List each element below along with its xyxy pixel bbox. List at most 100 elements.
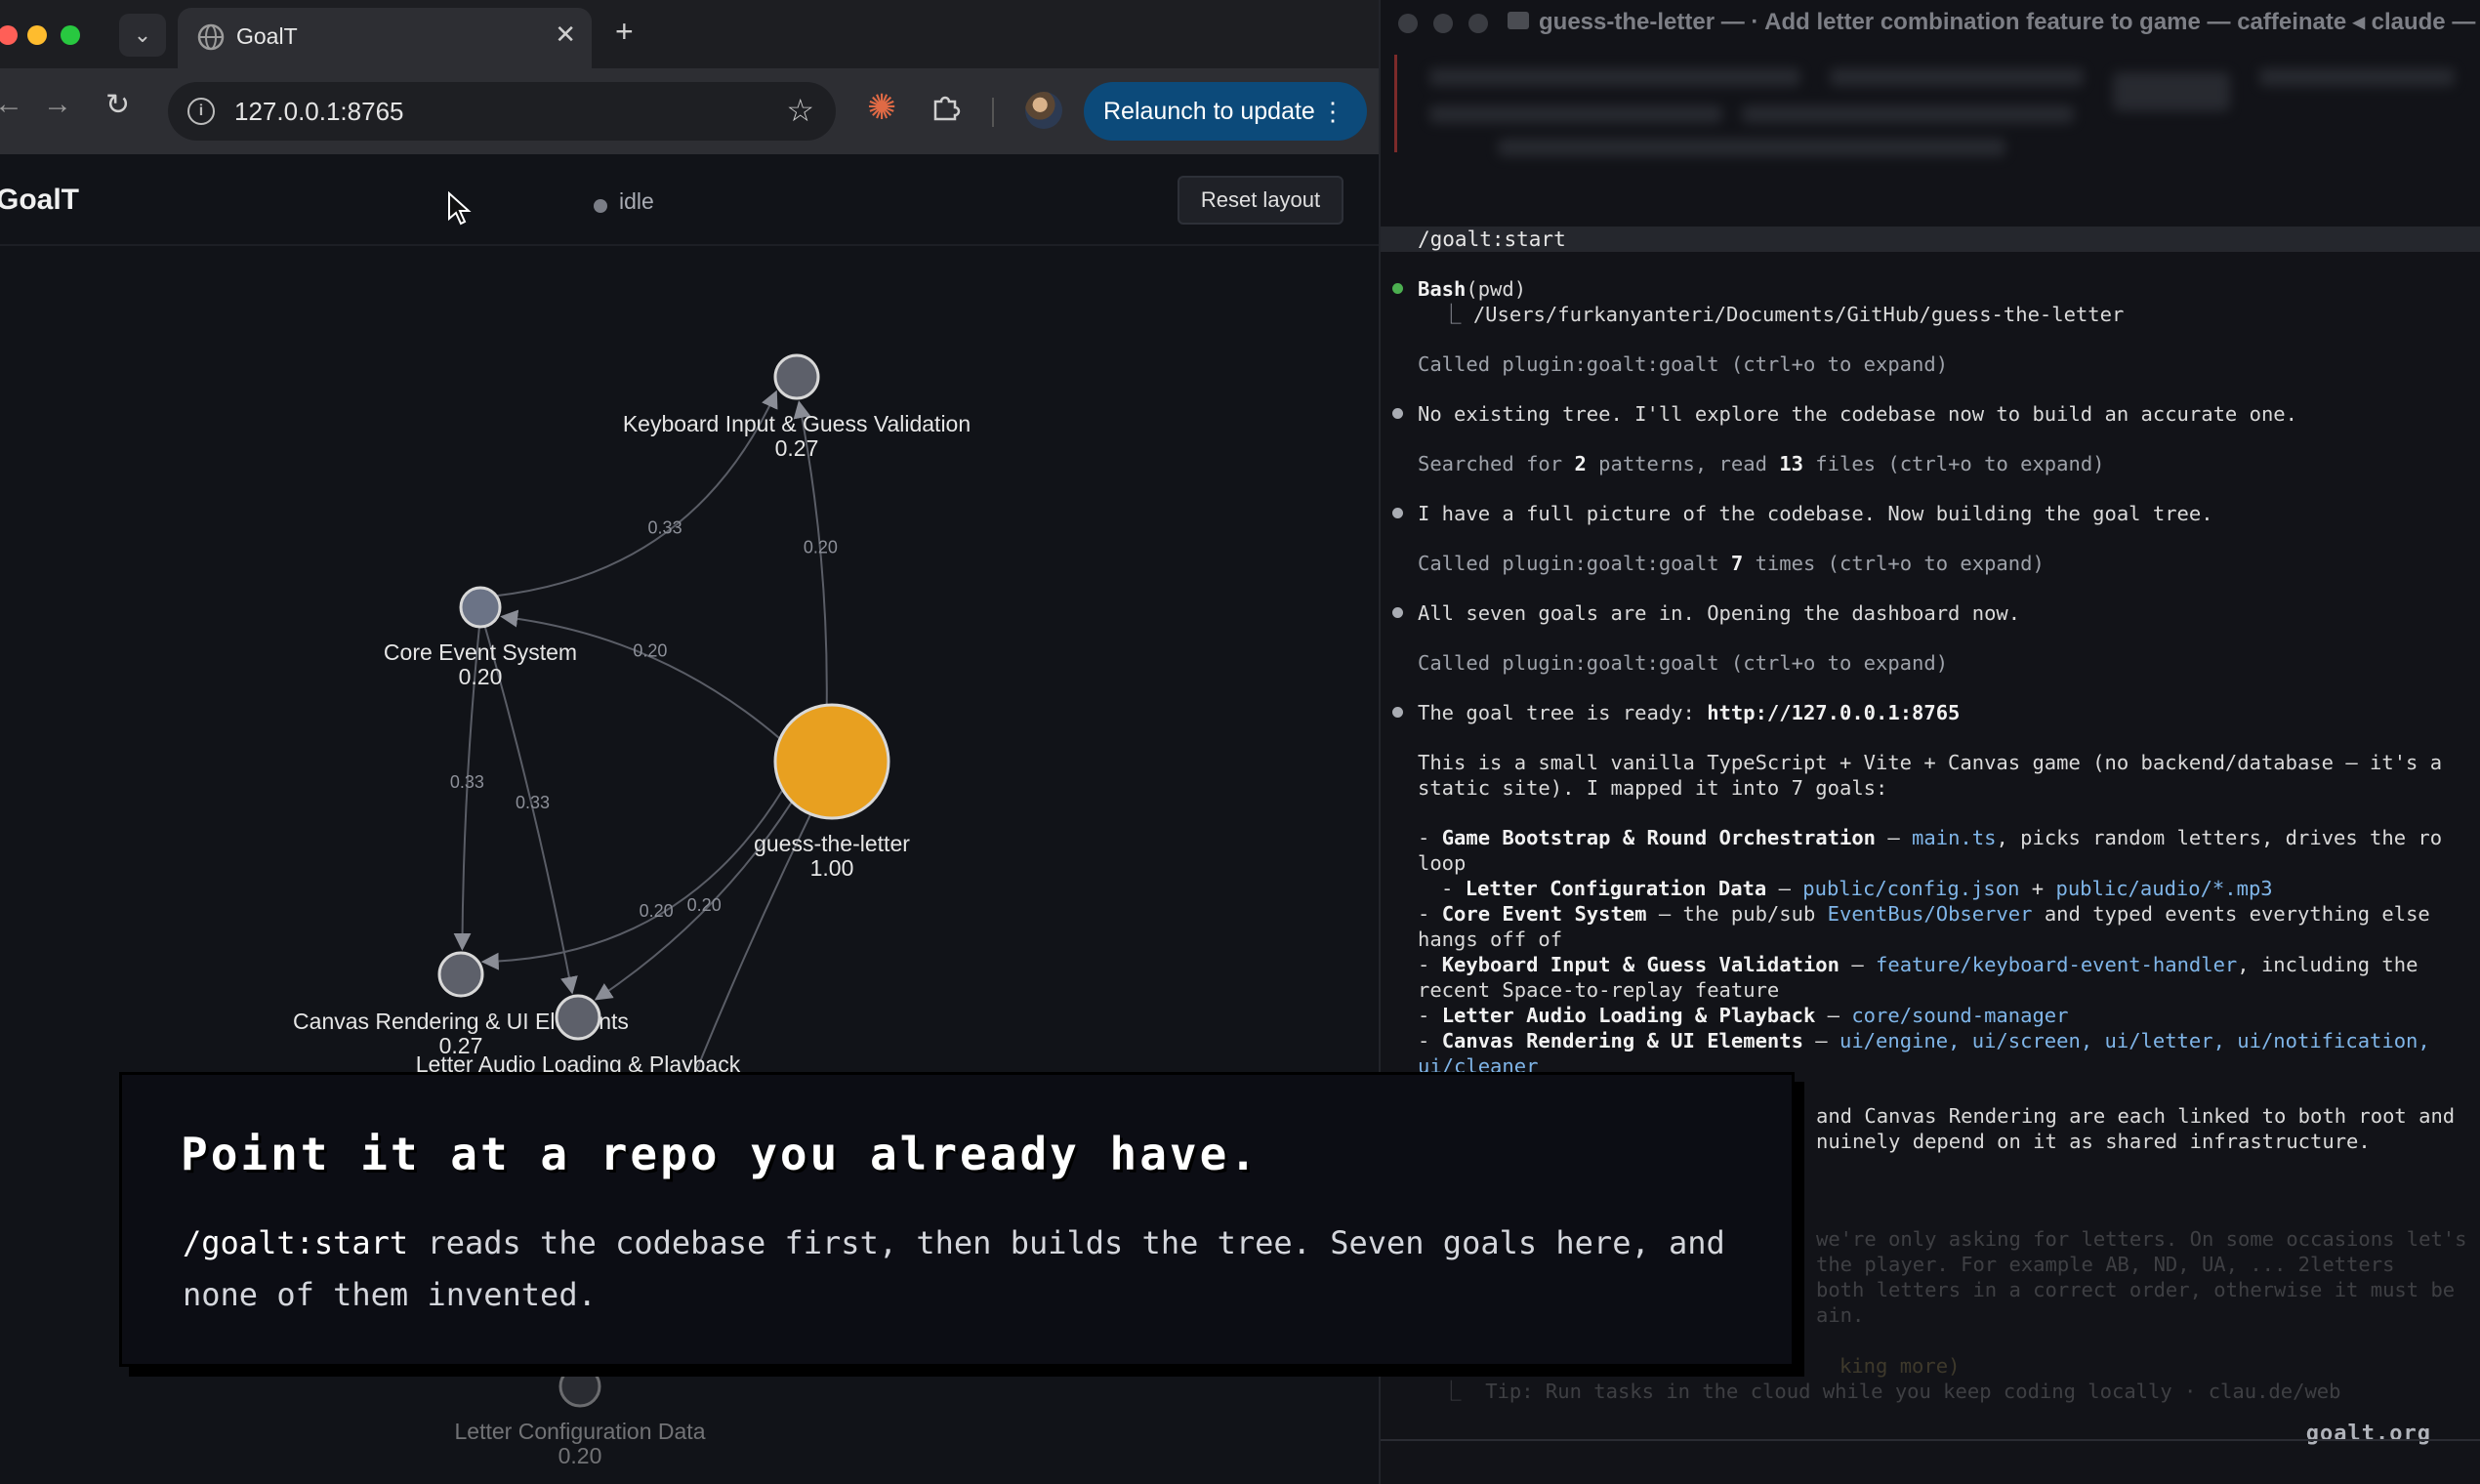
graph-node-circle[interactable] [437,951,484,998]
caption-headline: Point it at a repo you already have. [181,1128,1260,1180]
mouse-cursor-icon [448,191,472,226]
chevron-down-icon: ⌄ [133,22,152,47]
graph-edge-label: 0.33 [516,793,550,812]
prompt-command: /goalt:start [1418,227,1566,251]
assistant-message: The goal tree is ready: http://127.0.0.1… [1418,701,1961,724]
caption-overlay: Point it at a repo you already have. /go… [119,1072,1795,1367]
tool-call-line: Called plugin:goalt:goalt 7 times (ctrl+… [1418,552,2045,575]
claude-extension-icon[interactable]: ✺ [867,88,896,127]
bullet-icon [1392,607,1403,618]
graph-node-circle[interactable] [773,703,890,820]
terminal-input[interactable] [1381,1439,2480,1484]
tab-goalt[interactable]: GoalT ✕ [178,8,592,68]
tab-title: GoalT [236,23,298,49]
graph-node-weight: 0.27 [775,435,819,461]
terminal-titlebar: guess-the-letter — · Add letter combinat… [1381,0,2480,43]
address-bar[interactable]: i 127.0.0.1:8765 ☆ [168,82,836,141]
bullet-success-icon [1392,283,1403,294]
tool-call-line: Called plugin:goalt:goalt (ctrl+o to exp… [1418,651,1949,675]
tip-line: ⎿ Tip: Run tasks in the cloud while you … [1441,1380,2341,1403]
assistant-message: I have a full picture of the codebase. N… [1418,502,2213,525]
bash-output-line: ⎿ /Users/furkanyanteri/Documents/GitHub/… [1441,303,2125,326]
close-window-button[interactable] [0,25,18,45]
extensions-puzzle-icon[interactable] [930,92,961,123]
graph-node-circle[interactable] [773,353,820,400]
goal-line-cont: loop [1418,851,1467,875]
browser-toolbar: ← → ↻ i 127.0.0.1:8765 ☆ ✺ Relaunch to u… [0,68,1379,154]
graph-edge-label: 0.20 [633,641,667,661]
terminal-title: guess-the-letter — · Add letter combinat… [1539,9,2476,35]
dashboard-link[interactable]: http://127.0.0.1:8765 [1707,701,1960,724]
reload-button[interactable]: ↻ [105,88,130,122]
zoom-window-button[interactable] [61,25,80,45]
site-info-icon[interactable]: i [187,98,215,125]
summary-line: This is a small vanilla TypeScript + Vit… [1418,751,2443,774]
terminal-minimize-button[interactable] [1433,14,1453,33]
bookmark-star-icon[interactable]: ☆ [786,92,814,129]
assistant-message: All seven goals are in. Opening the dash… [1418,601,2021,625]
caption-body: /goalt:start reads the codebase first, t… [183,1217,1764,1321]
folder-icon [1508,12,1529,29]
graph-edge-label: 0.33 [450,772,484,792]
goal-line: - Core Event System — the pub/sub EventB… [1418,902,2430,926]
graph-node-circle[interactable] [555,994,601,1041]
toolbar-divider [992,98,994,127]
graph-edge-label: 0.20 [640,901,674,921]
reset-layout-button[interactable]: Reset layout [1178,176,1343,225]
graph-node-circle[interactable] [459,586,502,629]
tool-call-line: Called plugin:goalt:goalt (ctrl+o to exp… [1418,352,1949,376]
graph-edge-label: 0.33 [648,517,682,537]
app-title: GoalT [0,184,80,216]
relaunch-button[interactable]: Relaunch to update ⋮ [1084,82,1367,141]
assistant-message: No existing tree. I'll explore the codeb… [1418,402,2297,426]
profile-avatar[interactable] [1025,92,1062,129]
status-dot-icon [594,199,607,213]
graph-node-weight: 0.20 [459,664,503,689]
graph-edge-root-core [500,609,781,740]
goal-line-cont: hangs off of [1418,928,1563,951]
graph-node-label: Core Event System [384,639,577,665]
back-button[interactable]: ← [0,88,23,121]
graph-node-root[interactable]: guess-the-letter1.00 [754,703,910,881]
bullet-icon [1392,508,1403,518]
graph-node-weight: 1.00 [810,855,854,881]
url-text: 127.0.0.1:8765 [234,97,404,126]
close-icon[interactable]: ✕ [555,20,576,50]
graph-node-label: Keyboard Input & Guess Validation [623,411,971,436]
graph-node-circle[interactable] [558,1365,601,1408]
caption-command: /goalt:start [183,1224,409,1261]
app-header: GoalT idle Reset layout [0,154,1379,246]
graph-node-config[interactable]: Letter Configuration Data0.20 [455,1365,706,1468]
graph-node-kbd[interactable]: Keyboard Input & Guess Validation0.27 [623,353,971,461]
minimize-window-button[interactable] [27,25,47,45]
terminal-accent-bar [1394,55,1397,152]
goal-line: - Game Bootstrap & Round Orchestration —… [1418,826,2443,849]
status-text: idle [619,188,654,214]
graph-edge-label: 0.20 [687,895,722,915]
goal-line: - Letter Audio Loading & Playback — core… [1418,1004,2069,1027]
forward-button[interactable]: → [43,88,72,121]
goal-line: - Letter Configuration Data — public/con… [1441,877,2273,900]
browser-tab-bar: ⌄ GoalT ✕ + [0,0,1379,68]
bash-call-line: Bash(pwd) [1418,277,1527,301]
bullet-icon [1392,707,1403,718]
graph-node-label: Letter Configuration Data [455,1419,706,1444]
goal-line: - Canvas Rendering & UI Elements — ui/en… [1418,1029,2430,1052]
graph-node-core[interactable]: Core Event System0.20 [384,586,577,689]
relaunch-label: Relaunch to update [1103,98,1315,125]
terminal-close-button[interactable] [1398,14,1418,33]
graph-node-label: guess-the-letter [754,831,910,856]
tab-search-button[interactable]: ⌄ [119,14,166,57]
search-summary-line: Searched for 2 patterns, read 13 files (… [1418,452,2105,475]
globe-icon [197,23,225,51]
terminal-zoom-button[interactable] [1468,14,1488,33]
caption-text: reads the codebase first, then builds th… [183,1224,1725,1313]
new-tab-button[interactable]: + [615,14,634,50]
summary-line: static site). I mapped it into 7 goals: [1418,776,1888,800]
graph-node-weight: 0.20 [558,1443,602,1468]
goal-line: - Keyboard Input & Guess Validation — fe… [1418,953,2418,976]
terminal-prompt-line: /goalt:start [1381,227,2480,252]
blurred-terminal-history [1410,59,2464,186]
goal-line-cont: recent Space-to-replay feature [1418,978,1780,1002]
more-menu-icon[interactable]: ⋮ [1320,82,1345,141]
